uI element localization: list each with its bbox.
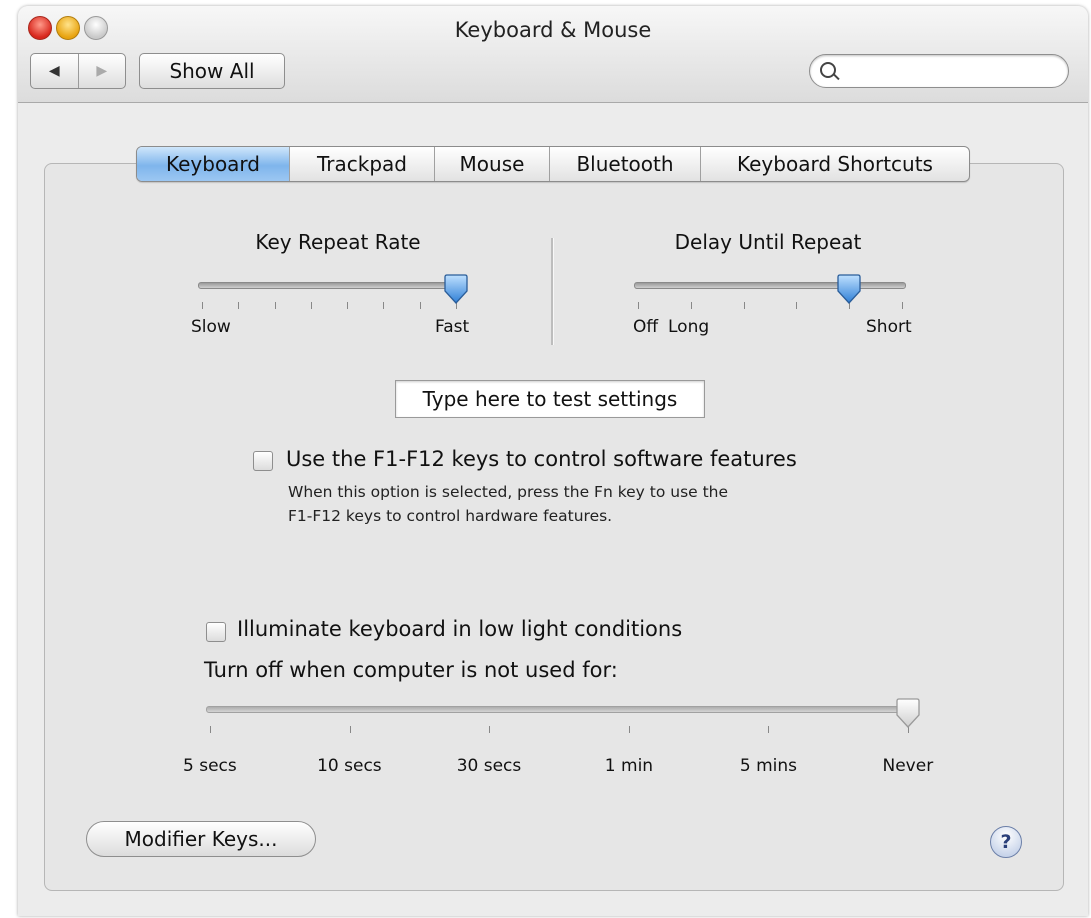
short-label: Short (866, 317, 912, 337)
key-repeat-tick (274, 302, 276, 309)
modifier-keys-button[interactable]: Modifier Keys... (86, 821, 316, 857)
key-repeat-rate-slider-knob[interactable] (443, 274, 469, 304)
off-label: Off (633, 317, 659, 337)
delay-repeat-tick (796, 302, 798, 309)
show-all-button[interactable]: Show All (139, 53, 285, 89)
turn-off-stop-label: 5 mins (739, 756, 798, 776)
delay-repeat-tick (690, 302, 692, 309)
preferences-window: Keyboard & Mouse ◀ ▶ Show All Keyboard T… (18, 6, 1088, 916)
forward-button[interactable]: ▶ (79, 54, 126, 88)
turn-off-stop-label: 1 min (604, 756, 654, 776)
key-repeat-tick (383, 302, 385, 309)
turn-off-tick (210, 726, 211, 733)
key-repeat-tick (310, 302, 312, 309)
fast-label: Fast (435, 317, 470, 337)
magnifier-icon (820, 62, 836, 78)
turn-off-stop-label: 5 secs (183, 756, 237, 776)
title-bar: Keyboard & Mouse ◀ ▶ Show All (18, 6, 1088, 103)
long-label: Long (668, 317, 710, 337)
turn-off-stop-label: Never (882, 756, 934, 776)
fkeys-note-line1: When this option is selected, press the … (288, 483, 729, 501)
illuminate-label[interactable]: Illuminate keyboard in low light conditi… (237, 617, 682, 641)
window-title: Keyboard & Mouse (454, 18, 652, 42)
tab-trackpad[interactable]: Trackpad (290, 147, 435, 181)
fkeys-checkbox[interactable] (253, 451, 273, 471)
help-button[interactable]: ? (990, 826, 1022, 858)
key-repeat-tick (419, 302, 421, 309)
delay-repeat-tick (902, 302, 903, 309)
turn-off-tick (489, 726, 491, 733)
tab-mouse[interactable]: Mouse (435, 147, 550, 181)
section-divider (551, 238, 554, 345)
delay-until-repeat-slider[interactable] (634, 282, 906, 289)
delay-until-repeat-label: Delay Until Repeat (674, 230, 862, 254)
test-settings-field[interactable]: Type here to test settings (395, 380, 705, 418)
turn-off-tick (628, 726, 630, 733)
turn-off-tick (768, 726, 770, 733)
turn-off-stop-label: 10 secs (317, 756, 382, 776)
turn-off-label: Turn off when computer is not used for: (204, 658, 618, 682)
slow-label: Slow (191, 317, 231, 337)
turn-off-stop-label: 30 secs (456, 756, 522, 776)
tab-bar: Keyboard Trackpad Mouse Bluetooth Keyboa… (136, 146, 970, 182)
search-input[interactable] (844, 59, 1053, 83)
key-repeat-tick (347, 302, 349, 309)
key-repeat-tick (238, 302, 240, 309)
key-repeat-rate-slider[interactable] (198, 282, 460, 289)
turn-off-tick (349, 726, 351, 733)
delay-repeat-tick (638, 302, 639, 309)
illuminate-checkbox[interactable] (206, 622, 226, 642)
delay-repeat-tick (743, 302, 745, 309)
tab-keyboard-shortcuts[interactable]: Keyboard Shortcuts (701, 147, 969, 181)
back-button[interactable]: ◀ (31, 54, 79, 88)
key-repeat-rate-label: Key Repeat Rate (255, 230, 421, 254)
delay-until-repeat-slider-knob[interactable] (836, 274, 862, 304)
tab-bluetooth[interactable]: Bluetooth (550, 147, 701, 181)
turn-off-slider-knob[interactable] (895, 698, 921, 728)
turn-off-slider[interactable] (206, 706, 912, 713)
key-repeat-tick (202, 302, 203, 309)
fkeys-label[interactable]: Use the F1-F12 keys to control software … (286, 447, 797, 471)
tab-keyboard[interactable]: Keyboard (137, 147, 290, 181)
fkeys-note-line2: F1-F12 keys to control hardware features… (288, 507, 613, 525)
history-navigation: ◀ ▶ (30, 53, 126, 89)
search-field[interactable] (809, 54, 1069, 88)
